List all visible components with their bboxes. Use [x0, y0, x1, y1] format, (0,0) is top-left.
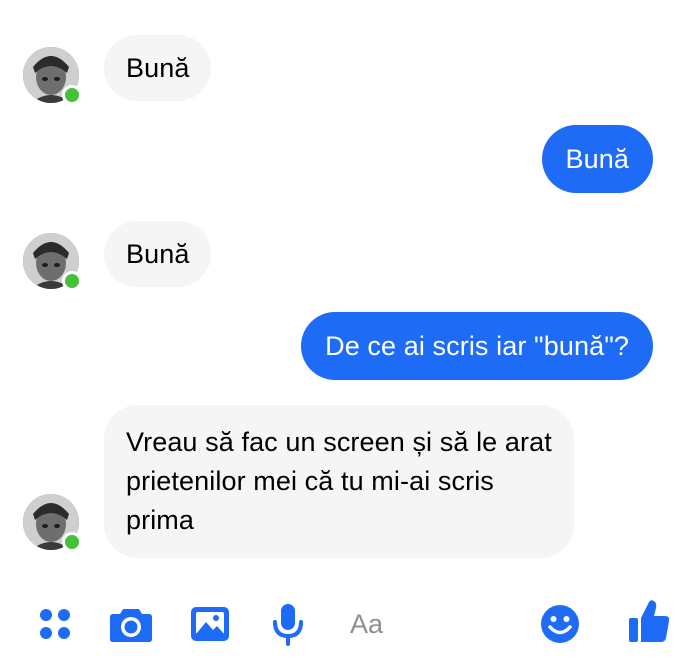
microphone-icon[interactable] — [265, 601, 311, 647]
menu-dots-icon[interactable] — [32, 601, 78, 647]
compose-placeholder: Aa — [350, 608, 384, 639]
online-status-dot — [62, 532, 82, 552]
outgoing-message-bubble[interactable]: Bună — [541, 125, 653, 193]
online-status-dot — [62, 271, 82, 291]
incoming-message-bubble[interactable]: Bună — [104, 221, 212, 287]
contact-avatar[interactable] — [23, 47, 82, 105]
incoming-message-bubble[interactable]: Vreau să fac un screen și să le arat pri… — [104, 405, 574, 558]
online-status-dot — [62, 85, 82, 105]
outgoing-message-bubble[interactable]: De ce ai scris iar "bună"? — [301, 312, 653, 380]
incoming-message-bubble[interactable]: Bună — [104, 35, 212, 101]
chat-screen: Bună Bună Bună De ce ai scris iar "bună"… — [0, 0, 700, 663]
gallery-icon[interactable] — [187, 601, 233, 647]
camera-icon[interactable] — [108, 601, 154, 647]
emoji-icon[interactable] — [537, 601, 583, 647]
contact-avatar[interactable] — [23, 494, 82, 552]
contact-avatar[interactable] — [23, 233, 82, 291]
thumbs-up-icon[interactable] — [626, 598, 672, 644]
